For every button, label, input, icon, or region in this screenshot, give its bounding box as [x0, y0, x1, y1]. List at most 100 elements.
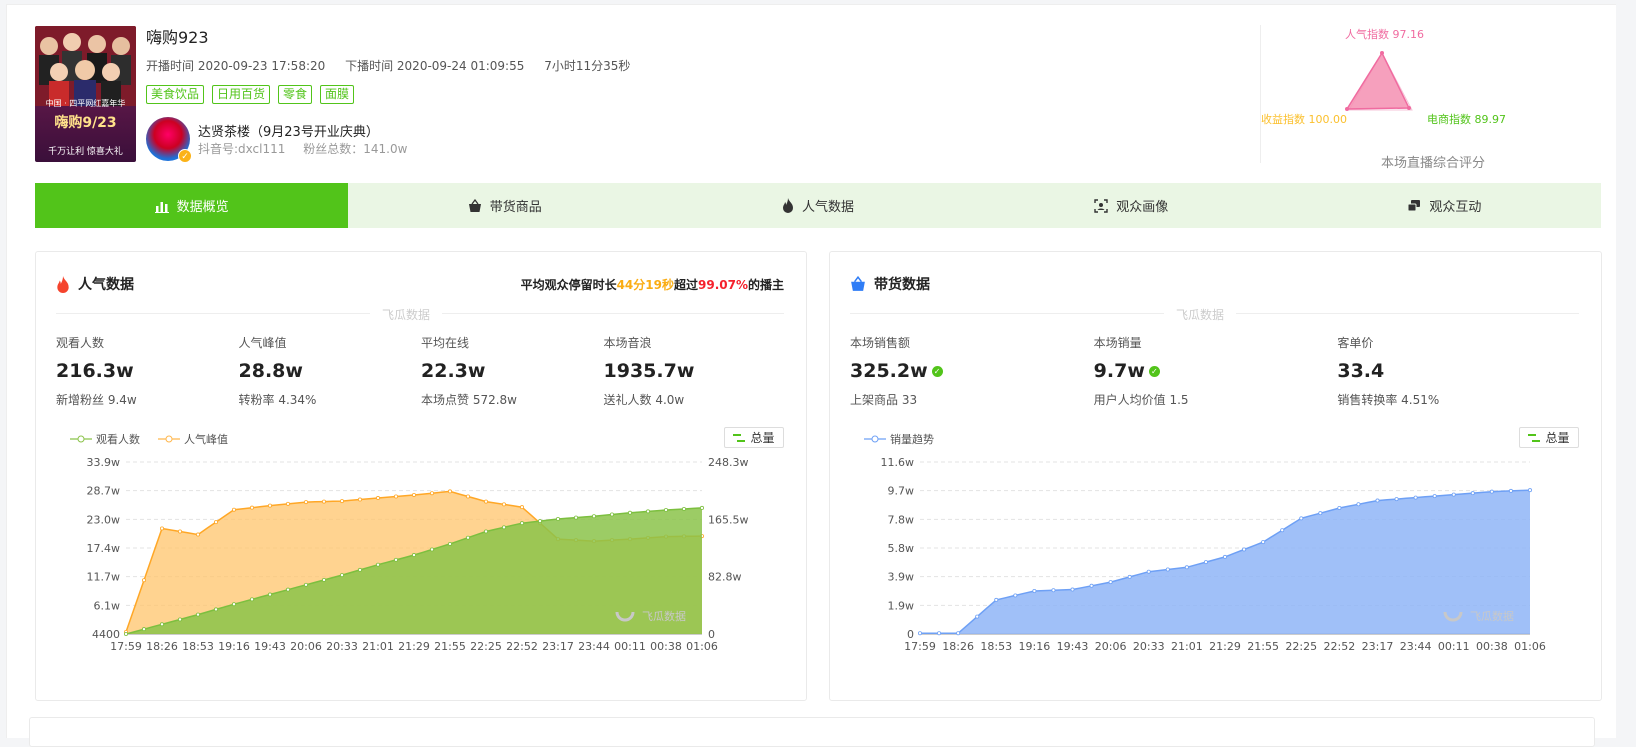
radar-area	[1345, 51, 1411, 110]
room-title: 嗨购923	[146, 28, 209, 47]
live-cover-image[interactable]: 中国 · 四平网红嘉年华 嗨购9/23 千万让利 惊喜大礼	[35, 26, 136, 162]
x-tick-label: 00:38	[1476, 640, 1508, 653]
data-point	[1413, 495, 1418, 500]
stat-label: 本场销量	[1093, 336, 1142, 350]
total-toggle-button[interactable]: 总量	[1519, 427, 1579, 448]
tag[interactable]: 面膜	[320, 85, 355, 104]
data-point	[375, 562, 380, 567]
tag[interactable]: 美食饮品	[146, 85, 205, 104]
data-point	[1299, 516, 1304, 521]
data-point	[1451, 492, 1456, 497]
data-point	[465, 494, 470, 499]
data-point	[411, 553, 416, 558]
data-point	[465, 535, 470, 540]
tab-audience-interaction[interactable]: 观众互动	[1288, 183, 1601, 228]
tab-goods[interactable]: 带货商品	[348, 183, 661, 228]
data-point	[519, 505, 524, 510]
data-point	[231, 602, 236, 607]
panel-watermark: 飞瓜数据	[370, 306, 443, 323]
data-point	[918, 631, 923, 636]
data-point	[429, 491, 434, 496]
data-point	[1203, 560, 1208, 565]
data-point	[1032, 588, 1037, 593]
douyin-id: 抖音号:dxcl111	[198, 142, 286, 156]
data-point	[321, 577, 326, 582]
x-tick-label: 18:26	[942, 640, 974, 653]
stat-value-text: 9.7w	[1093, 360, 1145, 382]
legend-item-peak[interactable]: 人气峰值	[158, 431, 228, 447]
tab-audience-profile[interactable]: 观众画像	[975, 183, 1288, 228]
legend-item-viewers[interactable]: 观看人数	[70, 431, 140, 447]
data-point	[682, 506, 687, 511]
legend-line-icon	[864, 435, 886, 443]
cover-title-text: 嗨购9/23	[54, 115, 117, 131]
legend-item-sales-trend[interactable]: 销量趋势	[864, 431, 934, 447]
data-point	[249, 597, 254, 602]
data-point	[267, 592, 272, 597]
stat-viewers: 观看人数 216.3w 新增粉丝 9.4w	[56, 334, 239, 408]
data-point	[375, 496, 380, 501]
data-point	[339, 573, 344, 578]
data-point	[1489, 489, 1494, 494]
stat-label: 平均在线	[421, 336, 470, 350]
radar-footer: 本场直播综合评分	[1381, 156, 1486, 171]
y-tick-label: 33.9w	[87, 456, 121, 469]
popularity-chart: 44006.1w11.7w17.4w23.0w28.7w33.9w082.8w1…	[87, 456, 749, 653]
popularity-panel-header: 人气数据	[56, 274, 134, 294]
x-tick-label: 00:11	[614, 640, 646, 653]
x-tick-label: 20:33	[1133, 640, 1165, 653]
data-point	[303, 500, 308, 505]
data-point	[994, 597, 999, 602]
total-toggle-button[interactable]: 总量	[724, 427, 784, 448]
fire-icon	[783, 198, 793, 213]
anchor-avatar[interactable]: ✓	[146, 117, 192, 163]
stat-label: 本场音浪	[603, 336, 652, 350]
toggle-icon	[733, 433, 746, 442]
x-tick-label: 20:06	[290, 640, 322, 653]
data-point	[610, 512, 615, 517]
data-point	[231, 507, 236, 512]
stat-value-text: 325.2w	[850, 360, 928, 382]
bar-chart-icon	[154, 201, 169, 213]
anchor-name[interactable]: 达贤茶楼（9月23号开业庆典）	[198, 121, 379, 140]
header-divider	[1260, 25, 1261, 163]
x-tick-label: 19:43	[254, 640, 286, 653]
data-point	[1470, 491, 1475, 496]
data-point	[501, 525, 506, 530]
chat-icon	[1407, 199, 1421, 211]
y-tick-label: 3.9w	[888, 571, 915, 584]
data-point	[142, 627, 147, 632]
tag[interactable]: 日用百货	[212, 85, 271, 104]
toggle-icon	[1528, 433, 1541, 442]
y-tick-label: 23.0w	[87, 513, 121, 526]
stat-label: 观看人数	[56, 336, 105, 350]
chart-legend: 销量趋势	[864, 431, 934, 447]
data-point	[1375, 498, 1380, 503]
data-point	[501, 502, 506, 507]
basket-icon	[468, 198, 481, 212]
score-radar: 人气指数 97.16 收益指数 100.00 电商指数 89.97	[1261, 23, 1567, 168]
radar-label-ecommerce: 电商指数 89.97	[1427, 113, 1506, 126]
data-point	[1165, 567, 1170, 572]
tab-popularity[interactable]: 人气数据	[661, 183, 974, 228]
y-tick-label: 1.9w	[888, 599, 915, 612]
page: 中国 · 四平网红嘉年华 嗨购9/23 千万让利 惊喜大礼 嗨购923 开播时间…	[6, 4, 1616, 747]
series-area	[920, 490, 1530, 634]
data-point	[556, 517, 561, 522]
stat-value-text: 216.3w	[56, 360, 134, 382]
data-point	[975, 614, 980, 619]
data-point	[177, 529, 182, 534]
chart-watermark: 飞瓜数据	[1470, 609, 1514, 623]
verified-shield-icon: ✓	[1148, 365, 1160, 377]
data-point	[1051, 588, 1056, 593]
data-point	[574, 515, 579, 520]
tab-overview[interactable]: 数据概览	[35, 183, 349, 228]
stat-sub: 销售转换率 4.51%	[1337, 393, 1440, 407]
x-tick-label: 18:26	[146, 640, 178, 653]
next-section-card	[29, 717, 1595, 747]
stat-value: 33.4	[1337, 360, 1581, 382]
x-tick-label: 18:53	[182, 640, 214, 653]
data-point	[956, 631, 961, 636]
data-point	[195, 612, 200, 617]
tag[interactable]: 零食	[278, 85, 313, 104]
